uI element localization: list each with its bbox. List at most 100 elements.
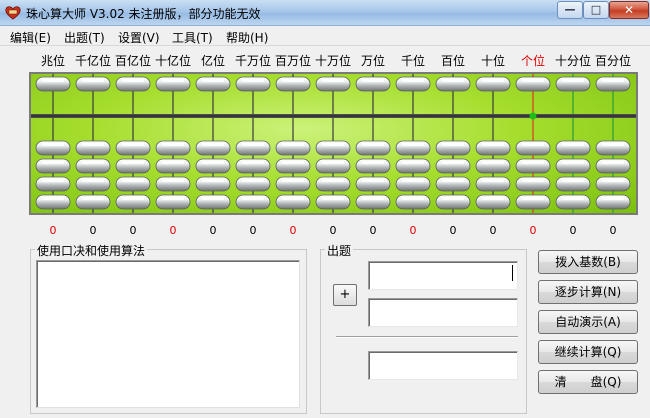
bead-highlight xyxy=(362,143,384,146)
bead-highlight xyxy=(162,197,184,200)
bead-highlight xyxy=(242,161,264,164)
column-value: 0 xyxy=(209,224,217,237)
bead-highlight xyxy=(202,161,224,164)
bead-highlight xyxy=(522,197,544,200)
column-value: 0 xyxy=(489,224,497,237)
dial-base-button[interactable]: 拨入基数(B) xyxy=(538,250,638,274)
maximize-button[interactable]: □ xyxy=(583,1,609,19)
bead-highlight xyxy=(162,79,184,82)
bead-highlight xyxy=(242,143,264,146)
bead-highlight xyxy=(282,179,304,182)
bead-highlight xyxy=(522,161,544,164)
bead-highlight xyxy=(162,179,184,182)
column-value: 0 xyxy=(369,224,377,237)
bead-highlight xyxy=(282,79,304,82)
bead-highlight xyxy=(402,79,424,82)
bead-highlight xyxy=(362,179,384,182)
bead-highlight xyxy=(482,179,504,182)
minimize-button[interactable]: — xyxy=(557,1,583,19)
bead-highlight xyxy=(522,179,544,182)
column-header: 百万位 xyxy=(274,54,311,68)
column-value: 0 xyxy=(569,224,577,237)
bead-highlight xyxy=(42,179,64,182)
bead-highlight xyxy=(322,79,344,82)
bead-highlight xyxy=(362,79,384,82)
text-caret xyxy=(512,265,513,281)
unit-marker-dot xyxy=(529,112,537,120)
column-header: 百位 xyxy=(440,54,465,68)
question-legend: 出题 xyxy=(325,242,354,259)
bead-highlight xyxy=(402,179,424,182)
column-header: 兆位 xyxy=(40,54,65,68)
bead-highlight xyxy=(442,143,464,146)
column-header: 千亿位 xyxy=(74,54,111,68)
bead-highlight xyxy=(42,161,64,164)
bead-highlight xyxy=(82,197,104,200)
menu-help[interactable]: 帮助(H) xyxy=(226,29,268,46)
menu-bar: 编辑(E) 出题(T) 设置(V) 工具(T) 帮助(H) xyxy=(0,26,650,46)
bead-highlight xyxy=(562,143,584,146)
maximize-icon: □ xyxy=(590,3,602,16)
continue-calc-button[interactable]: 继续计算(Q) xyxy=(538,340,638,364)
sum-separator xyxy=(336,336,518,338)
operator-button[interactable]: + xyxy=(333,284,357,306)
column-value: 0 xyxy=(249,224,257,237)
bead-highlight xyxy=(482,79,504,82)
bead-highlight xyxy=(282,143,304,146)
result-field[interactable] xyxy=(368,351,518,380)
bead-highlight xyxy=(482,143,504,146)
bead-highlight xyxy=(602,161,624,164)
column-value: 0 xyxy=(49,224,57,237)
column-header: 十万位 xyxy=(314,54,351,68)
menu-tools[interactable]: 工具(T) xyxy=(172,29,213,46)
bead-highlight xyxy=(602,143,624,146)
bead-highlight xyxy=(242,197,264,200)
column-header: 百分位 xyxy=(594,54,631,68)
bead-highlight xyxy=(242,79,264,82)
column-header: 十分位 xyxy=(554,54,591,68)
bead-highlight xyxy=(562,179,584,182)
window-title: 珠心算大师 V3.02 未注册版，部分功能无效 xyxy=(26,7,261,21)
column-value: 0 xyxy=(449,224,457,237)
bead-highlight xyxy=(122,161,144,164)
column-header: 万位 xyxy=(360,54,385,68)
bead-highlight xyxy=(402,143,424,146)
minimize-icon: — xyxy=(564,3,576,16)
bead-highlight xyxy=(442,179,464,182)
step-calc-button[interactable]: 逐步计算(N) xyxy=(538,280,638,304)
column-header: 个位 xyxy=(520,54,545,68)
bead-highlight xyxy=(42,79,64,82)
bead-highlight xyxy=(322,143,344,146)
bead-highlight xyxy=(562,79,584,82)
bead-highlight xyxy=(482,161,504,164)
close-icon: ✕ xyxy=(623,3,635,17)
bead-highlight xyxy=(362,161,384,164)
formula-textarea[interactable] xyxy=(36,260,300,408)
bead-highlight xyxy=(202,143,224,146)
bead-highlight xyxy=(122,143,144,146)
bead-highlight xyxy=(522,143,544,146)
bead-highlight xyxy=(82,179,104,182)
bead-highlight xyxy=(42,143,64,146)
bead-highlight xyxy=(202,179,224,182)
menu-question[interactable]: 出题(T) xyxy=(64,29,105,46)
clear-board-button[interactable]: 清 盘(Q) xyxy=(538,370,638,394)
bead-highlight xyxy=(82,143,104,146)
operand1-field[interactable] xyxy=(368,261,518,290)
column-value: 0 xyxy=(169,224,177,237)
bead-highlight xyxy=(202,79,224,82)
abacus-board xyxy=(29,72,638,215)
bead-highlight xyxy=(162,143,184,146)
bead-highlight xyxy=(442,161,464,164)
operand2-field[interactable] xyxy=(368,298,518,327)
column-header: 百亿位 xyxy=(114,54,151,68)
bead-highlight xyxy=(82,79,104,82)
bead-highlight xyxy=(482,197,504,200)
menu-edit[interactable]: 编辑(E) xyxy=(10,29,51,46)
auto-demo-button[interactable]: 自动演示(A) xyxy=(538,310,638,334)
bead-highlight xyxy=(282,161,304,164)
menu-settings[interactable]: 设置(V) xyxy=(118,29,160,46)
close-button[interactable]: ✕ xyxy=(609,1,649,19)
column-header: 十亿位 xyxy=(154,54,191,68)
bead-highlight xyxy=(522,79,544,82)
